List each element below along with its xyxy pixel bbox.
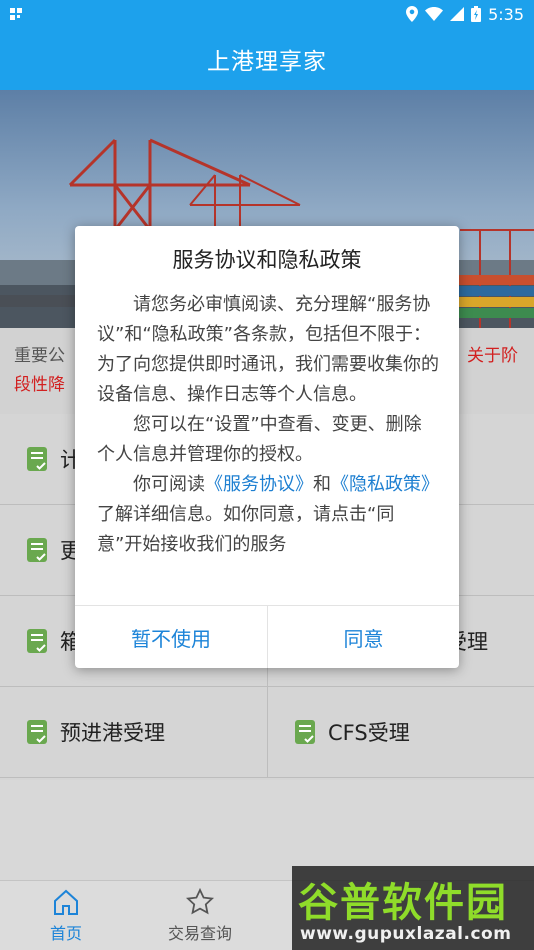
dialog-paragraph-1: 请您务必审慎阅读、充分理解“服务协议”和“隐私政策”各条款，包括但不限于：为了向…	[97, 294, 439, 405]
dialog-p3-mid: 和	[313, 474, 331, 495]
privacy-policy-link[interactable]: 《隐私政策》	[331, 474, 439, 495]
dialog-body: 请您务必审慎阅读、充分理解“服务协议”和“隐私政策”各条款，包括但不限于：为了向…	[97, 290, 439, 560]
agree-button[interactable]: 同意	[267, 606, 459, 668]
dialog-title: 服务协议和隐私政策	[172, 248, 362, 272]
decline-button[interactable]: 暂不使用	[75, 606, 267, 668]
privacy-policy-dialog: 服务协议和隐私政策 请您务必审慎阅读、充分理解“服务协议”和“隐私政策”各条款，…	[75, 226, 459, 668]
dialog-paragraph-3: 你可阅读《服务协议》和《隐私政策》了解详细信息。如你同意，请点击“同意”开始接收…	[97, 470, 439, 560]
service-agreement-link[interactable]: 《服务协议》	[205, 474, 313, 495]
dialog-p3-pre: 你可阅读	[133, 474, 205, 495]
dialog-paragraph-2: 您可以在“设置”中查看、变更、删除个人信息并管理你的授权。	[97, 414, 422, 465]
dialog-p3-post: 了解详细信息。如你同意，请点击“同意”开始接收我们的服务	[97, 504, 395, 555]
